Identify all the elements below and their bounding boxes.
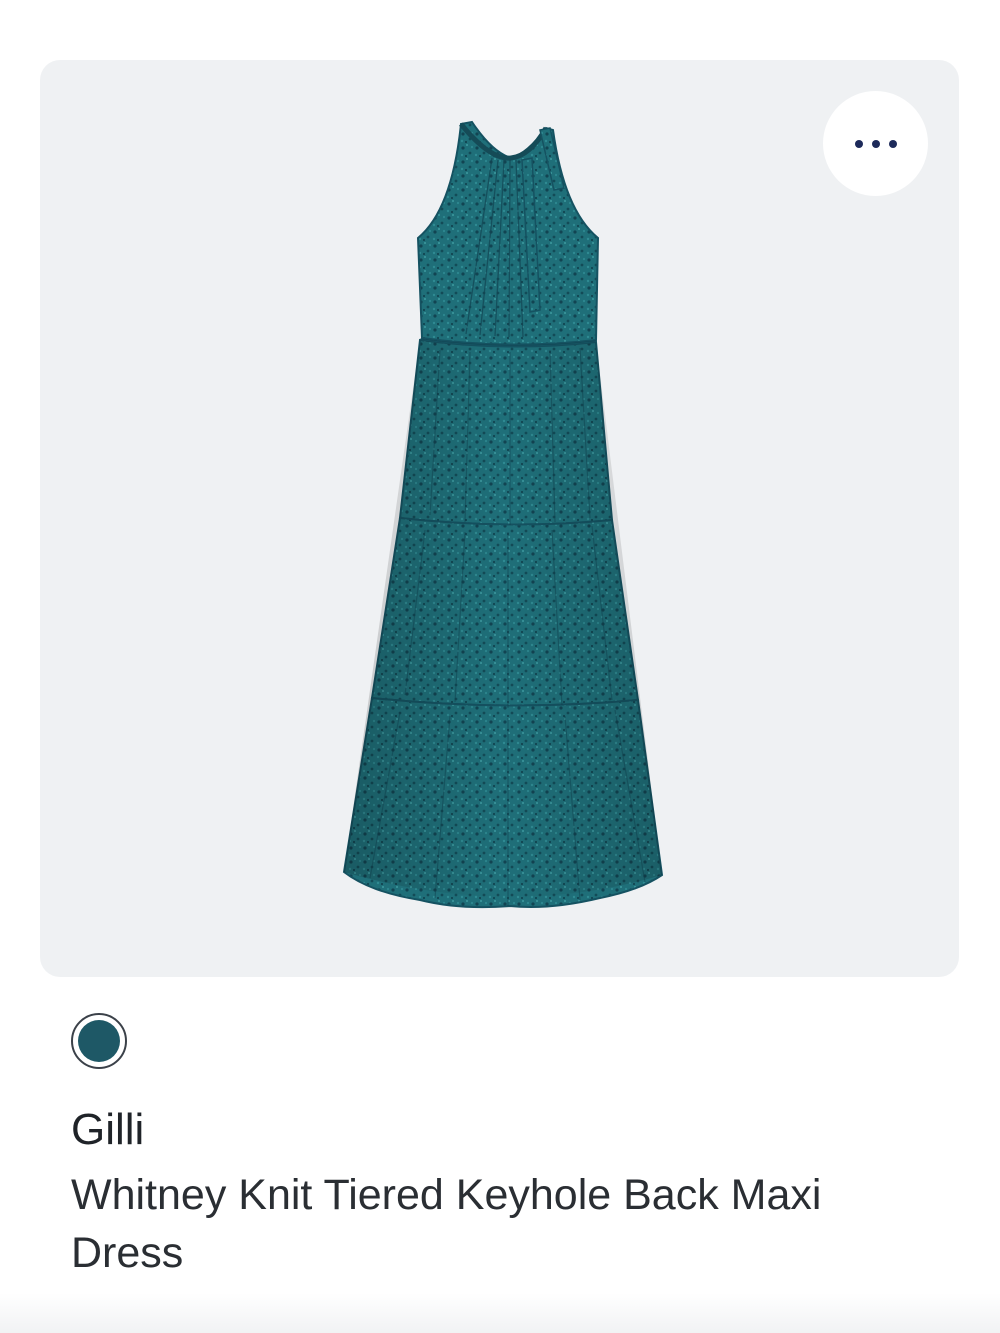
- product-image-card[interactable]: [40, 60, 959, 977]
- product-name: Whitney Knit Tiered Keyhole Back Maxi Dr…: [71, 1171, 822, 1277]
- color-swatch-row: [71, 1013, 127, 1071]
- bottom-fade: [0, 1293, 1000, 1333]
- more-horizontal-icon: [854, 139, 897, 148]
- brand-name: Gilli: [71, 1105, 145, 1154]
- more-options-button[interactable]: [823, 91, 928, 196]
- color-swatch-teal[interactable]: [71, 1013, 127, 1069]
- product-detail-page: Gilli Whitney Knit Tiered Keyhole Back M…: [0, 0, 1000, 1333]
- swatch-color-fill: [78, 1020, 120, 1062]
- product-image: [342, 120, 664, 909]
